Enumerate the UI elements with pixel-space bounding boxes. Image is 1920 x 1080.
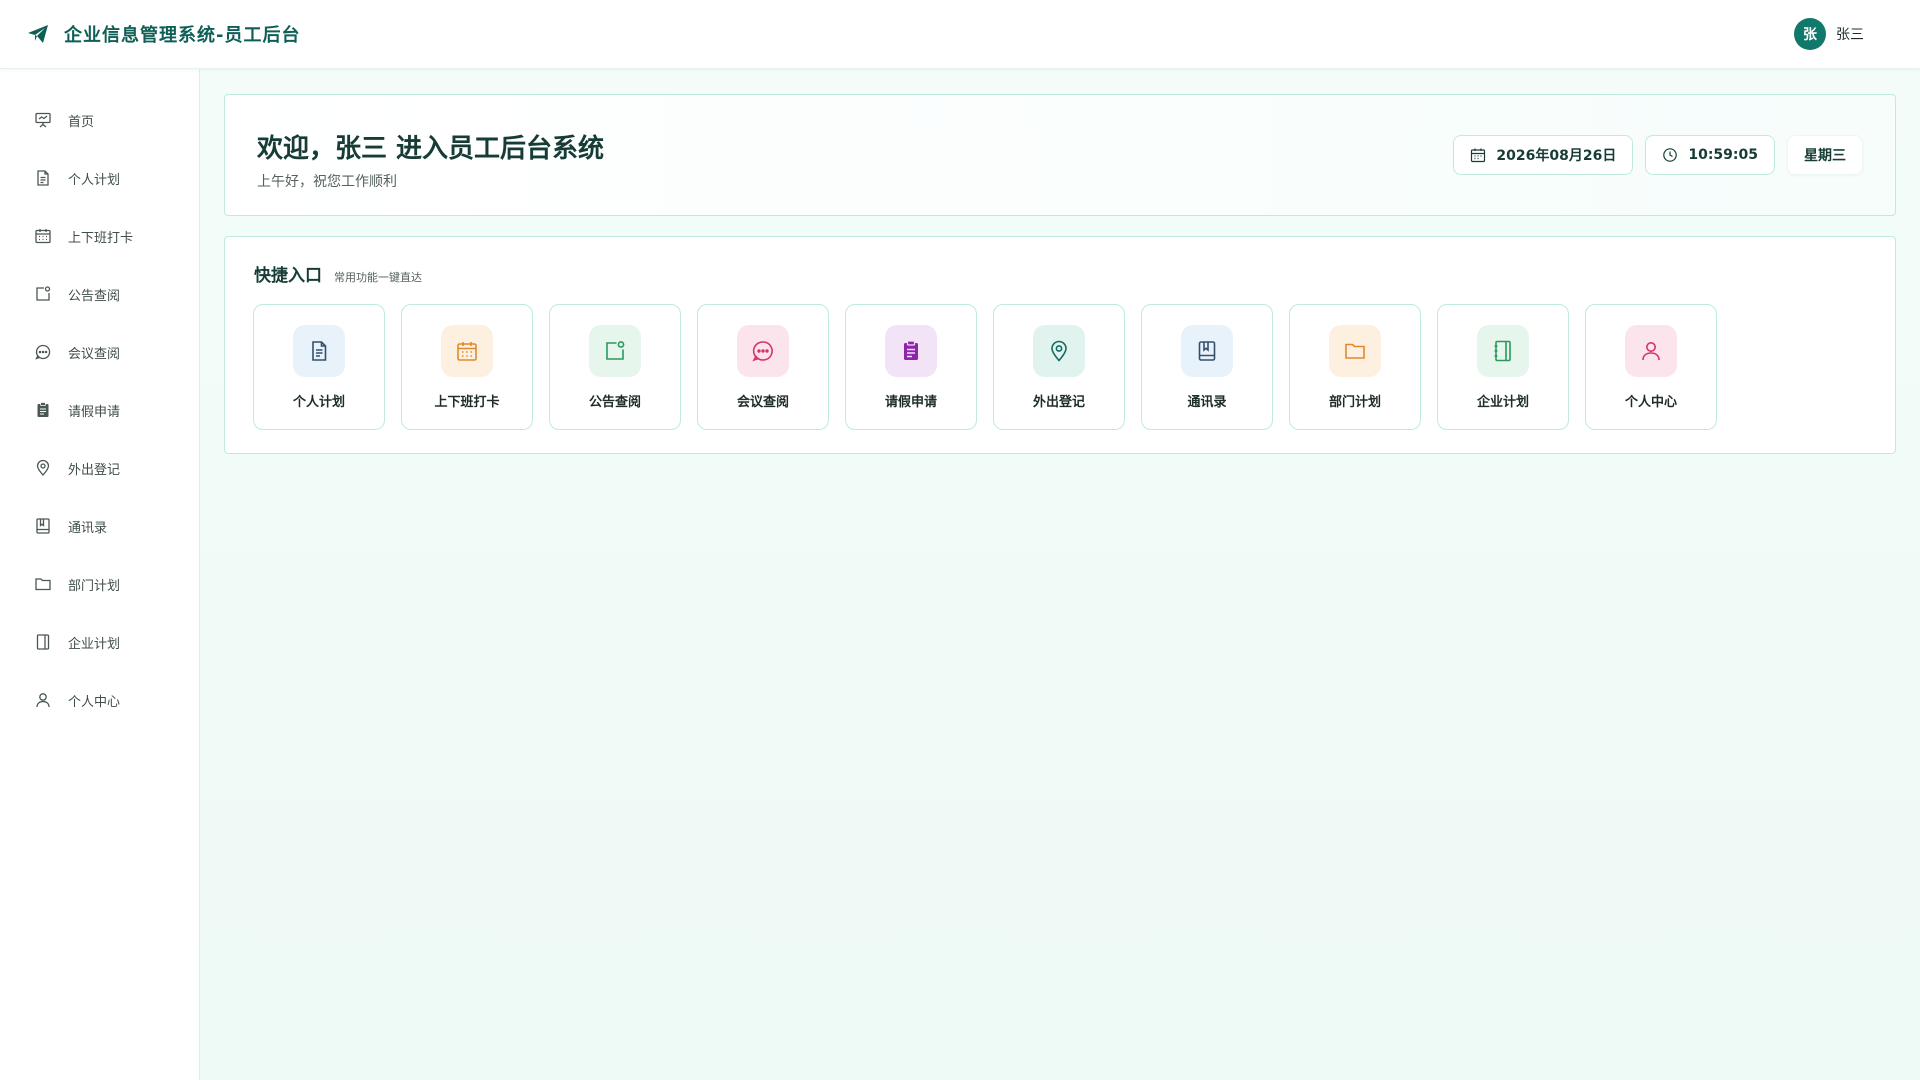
welcome-card: 欢迎，张三 进入员工后台系统 上午好，祝您工作顺利 2026年08月26日 10… — [224, 94, 1896, 216]
chat-icon — [737, 325, 789, 377]
quick-access-card: 快捷入口 常用功能一键直达 个人计划 上下班打卡 公告查阅 会议查阅 请假申请 … — [224, 236, 1896, 454]
sidebar-item-dept-plan[interactable]: 部门计划 — [0, 555, 199, 613]
location-icon — [34, 459, 52, 477]
calendar-icon — [1470, 147, 1486, 163]
welcome-subtitle: 上午好，祝您工作顺利 — [257, 174, 397, 190]
sidebar-item-leave-request[interactable]: 请假申请 — [0, 381, 199, 439]
date-time-chips: 2026年08月26日 10:59:05 星期三 — [1453, 135, 1863, 175]
notebook-icon — [1477, 325, 1529, 377]
sidebar-item-personal-plan[interactable]: 个人计划 — [0, 149, 199, 207]
document-icon — [34, 169, 52, 187]
sidebar: 首页 个人计划 上下班打卡 公告查阅 会议查阅 请假申请 外出登记 通讯录 部门… — [0, 69, 200, 1080]
clock-icon — [1662, 147, 1678, 163]
sidebar-item-meetings[interactable]: 会议查阅 — [0, 323, 199, 381]
brand: 企业信息管理系统-员工后台 — [26, 21, 300, 47]
sidebar-item-announcements[interactable]: 公告查阅 — [0, 265, 199, 323]
quick-tile-label: 外出登记 — [1032, 395, 1085, 410]
date-text: 2026年08月26日 — [1496, 148, 1617, 164]
quick-tile-label: 通讯录 — [1187, 395, 1227, 410]
clipboard-icon — [885, 325, 937, 377]
main-content: 欢迎，张三 进入员工后台系统 上午好，祝您工作顺利 2026年08月26日 10… — [200, 69, 1920, 1080]
quick-tile-label: 个人中心 — [1624, 395, 1677, 410]
quick-tile-leave-request[interactable]: 请假申请 — [845, 304, 977, 430]
avatar[interactable]: 张 — [1794, 18, 1826, 50]
quick-tile-outing[interactable]: 外出登记 — [993, 304, 1125, 430]
contact-book-icon — [34, 517, 52, 535]
sidebar-item-clock-in[interactable]: 上下班打卡 — [0, 207, 199, 265]
quick-tile-announcements[interactable]: 公告查阅 — [549, 304, 681, 430]
app-title: 企业信息管理系统-员工后台 — [64, 25, 301, 46]
sidebar-item-home[interactable]: 首页 — [0, 91, 199, 149]
presentation-icon — [34, 111, 52, 129]
calendar-icon — [34, 227, 52, 245]
quick-tile-contacts[interactable]: 通讯录 — [1141, 304, 1273, 430]
top-header: 企业信息管理系统-员工后台 张 张三 — [0, 0, 1920, 69]
user-name[interactable]: 张三 — [1836, 24, 1864, 44]
sidebar-item-contacts[interactable]: 通讯录 — [0, 497, 199, 555]
time-text: 10:59:05 — [1688, 147, 1758, 163]
quick-tile-label: 公告查阅 — [588, 395, 641, 410]
quick-tile-profile[interactable]: 个人中心 — [1585, 304, 1717, 430]
welcome-title: 欢迎，张三 进入员工后台系统 — [257, 134, 605, 164]
quick-tile-label: 企业计划 — [1476, 395, 1529, 410]
quick-access-subtitle: 常用功能一键直达 — [334, 271, 422, 284]
paper-plane-icon — [26, 22, 50, 46]
quick-tile-dept-plan[interactable]: 部门计划 — [1289, 304, 1421, 430]
user-icon — [34, 691, 52, 709]
document-icon — [293, 325, 345, 377]
quick-tile-company-plan[interactable]: 企业计划 — [1437, 304, 1569, 430]
notice-icon — [34, 285, 52, 303]
date-chip: 2026年08月26日 — [1453, 135, 1634, 175]
folder-icon — [34, 575, 52, 593]
quick-tile-label: 个人计划 — [292, 395, 345, 410]
quick-tile-meetings[interactable]: 会议查阅 — [697, 304, 829, 430]
quick-access-title: 快捷入口 — [254, 266, 322, 286]
folder-icon — [1329, 325, 1381, 377]
time-chip: 10:59:05 — [1645, 135, 1775, 175]
quick-tile-personal-plan[interactable]: 个人计划 — [253, 304, 385, 430]
sidebar-item-outing[interactable]: 外出登记 — [0, 439, 199, 497]
user-icon — [1625, 325, 1677, 377]
clipboard-icon — [34, 401, 52, 419]
calendar-icon — [441, 325, 493, 377]
quick-tile-label: 上下班打卡 — [434, 395, 500, 410]
contact-book-icon — [1181, 325, 1233, 377]
notebook-icon — [34, 633, 52, 651]
chat-icon — [34, 343, 52, 361]
quick-tile-label: 请假申请 — [884, 395, 937, 410]
sidebar-item-profile[interactable]: 个人中心 — [0, 671, 199, 729]
sidebar-item-company-plan[interactable]: 企业计划 — [0, 613, 199, 671]
quick-tile-clock-in[interactable]: 上下班打卡 — [401, 304, 533, 430]
quick-access-header: 快捷入口 常用功能一键直达 — [254, 261, 422, 286]
weekday-text: 星期三 — [1804, 148, 1846, 164]
user-menu[interactable]: 张 张三 — [1794, 18, 1864, 50]
location-icon — [1033, 325, 1085, 377]
quick-access-tiles: 个人计划 上下班打卡 公告查阅 会议查阅 请假申请 外出登记 通讯录 部门计划 … — [253, 304, 1717, 430]
quick-tile-label: 部门计划 — [1328, 395, 1381, 410]
notice-icon — [589, 325, 641, 377]
quick-tile-label: 会议查阅 — [736, 395, 789, 410]
weekday-chip: 星期三 — [1787, 135, 1863, 175]
